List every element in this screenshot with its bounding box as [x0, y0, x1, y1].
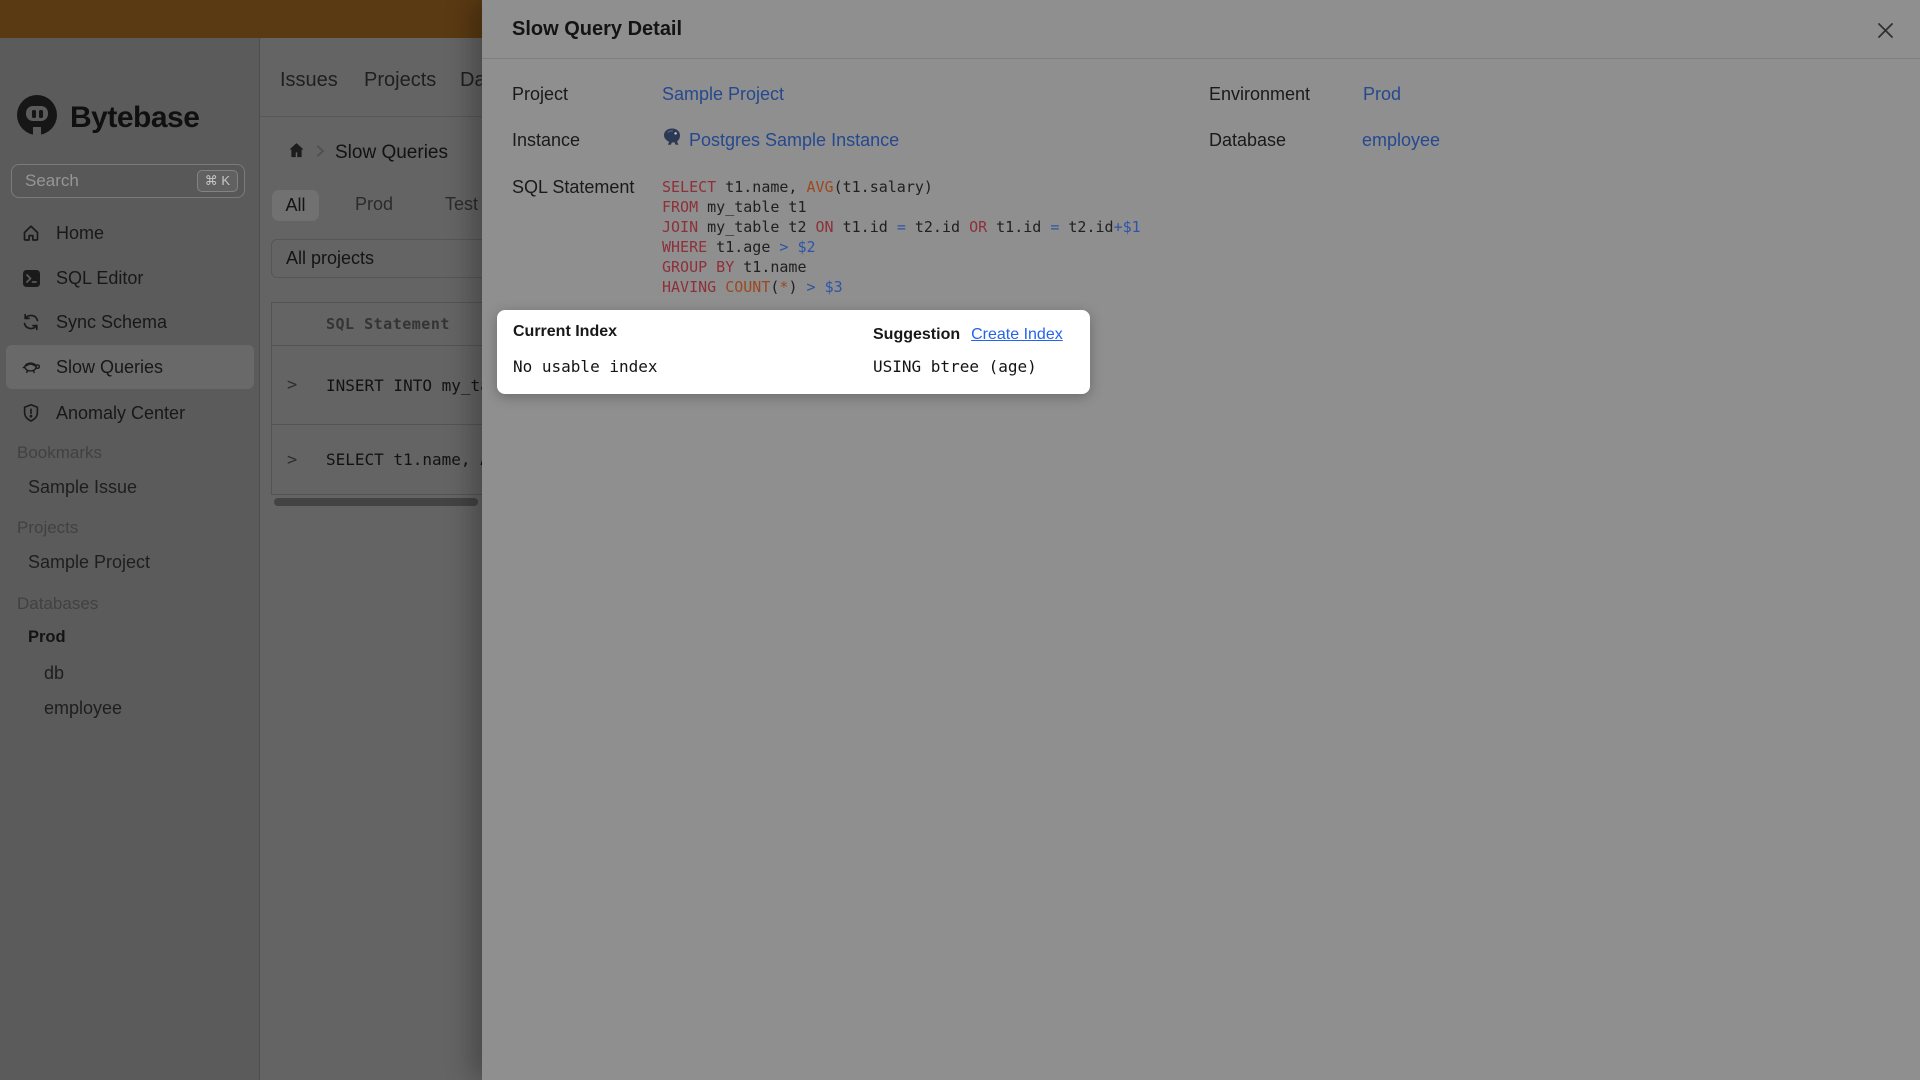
search-shortcut-badge: ⌘ K [196, 170, 238, 192]
instance-name: Postgres Sample Instance [689, 129, 900, 150]
field-label-sql-statement: SQL Statement [512, 177, 635, 197]
home-icon [21, 223, 41, 243]
field-label-project: Project [512, 84, 569, 104]
sidebar-section-bookmarks: Bookmarks [17, 443, 103, 462]
bytebase-logo[interactable]: Bytebase [16, 94, 200, 141]
screen: Bytebase ⌘ K Home SQL Editor Sync Schema [0, 0, 1920, 1080]
field-value-environment-link[interactable]: Prod [1363, 84, 1401, 105]
slow-query-detail-modal: Slow Query Detail Project Sample Project… [482, 0, 1920, 1080]
field-label-instance: Instance [512, 130, 581, 150]
sidebar-item-label: Slow Queries [56, 356, 164, 377]
sidebar-item-slow-queries[interactable]: Slow Queries [6, 345, 254, 389]
sidebar-section-databases: Databases [17, 594, 99, 613]
breadcrumb: Slow Queries [287, 141, 448, 165]
suggestion-value: USING btree (age) [873, 357, 1037, 376]
sidebar-section-projects: Projects [17, 518, 79, 537]
sql-statement-code: SELECT t1.name, AVG(t1.salary) FROM my_ta… [662, 178, 1141, 296]
sidebar-item-sql-editor[interactable]: SQL Editor [6, 256, 254, 300]
field-value-database-link[interactable]: employee [1362, 130, 1440, 151]
sidebar-item-db[interactable]: db [44, 663, 64, 684]
tab-all[interactable]: All [272, 190, 319, 221]
sidebar-item-sample-issue[interactable]: Sample Issue [28, 477, 137, 498]
field-label-database: Database [1209, 130, 1287, 150]
logo-wordmark: Bytebase [70, 100, 200, 134]
sidebar-item-label: Home [56, 222, 105, 243]
current-index-value: No usable index [513, 357, 658, 376]
index-advisor-card: Current Index Suggestion Create Index No… [497, 310, 1090, 394]
bytebase-logo-icon [16, 94, 58, 141]
project-filter-value: All projects [286, 248, 375, 268]
sidebar-item-sync-schema[interactable]: Sync Schema [6, 300, 254, 344]
sidebar-item-employee[interactable]: employee [44, 698, 122, 719]
terminal-icon [21, 268, 41, 288]
turtle-icon [21, 357, 41, 377]
current-index-label: Current Index [513, 323, 618, 340]
sidebar-item-anomaly-center[interactable]: Anomaly Center [6, 391, 254, 435]
sidebar: Bytebase ⌘ K Home SQL Editor Sync Schema [0, 38, 260, 1080]
suggestion-header: Suggestion Create Index [873, 323, 1074, 346]
search-input[interactable] [12, 171, 197, 191]
expand-chevron-icon[interactable]: > [287, 450, 307, 470]
field-label-environment: Environment [1209, 84, 1311, 104]
postgres-icon [662, 127, 682, 153]
nav-item-issues[interactable]: Issues [280, 69, 338, 92]
chevron-right-icon [315, 144, 326, 163]
sync-icon [21, 312, 41, 332]
close-button[interactable] [1872, 17, 1898, 43]
suggestion-label: Suggestion [873, 325, 961, 343]
shield-alert-icon [21, 403, 41, 423]
tab-test[interactable]: Test [445, 194, 478, 215]
sidebar-item-sample-project[interactable]: Sample Project [28, 552, 150, 573]
modal-header-divider [482, 58, 1920, 59]
column-header-sql-statement: SQL Statement [326, 315, 450, 333]
sidebar-item-label: Sync Schema [56, 311, 168, 332]
nav-item-projects[interactable]: Projects [364, 69, 436, 92]
sidebar-item-label: SQL Editor [56, 267, 144, 288]
tab-prod[interactable]: Prod [355, 194, 393, 215]
breadcrumb-home-icon[interactable] [287, 141, 306, 165]
breadcrumb-current: Slow Queries [335, 142, 448, 163]
search-box[interactable]: ⌘ K [11, 164, 245, 198]
field-value-instance-link[interactable]: Postgres Sample Instance [662, 127, 899, 153]
expand-chevron-icon[interactable]: > [287, 375, 307, 395]
modal-title: Slow Query Detail [512, 18, 683, 40]
horizontal-scrollbar[interactable] [274, 498, 478, 506]
sidebar-item-label: Anomaly Center [56, 402, 186, 423]
field-value-project-link[interactable]: Sample Project [662, 84, 784, 105]
sidebar-group-prod[interactable]: Prod [28, 628, 66, 647]
create-index-link[interactable]: Create Index [971, 326, 1063, 344]
sidebar-item-home[interactable]: Home [6, 211, 254, 255]
